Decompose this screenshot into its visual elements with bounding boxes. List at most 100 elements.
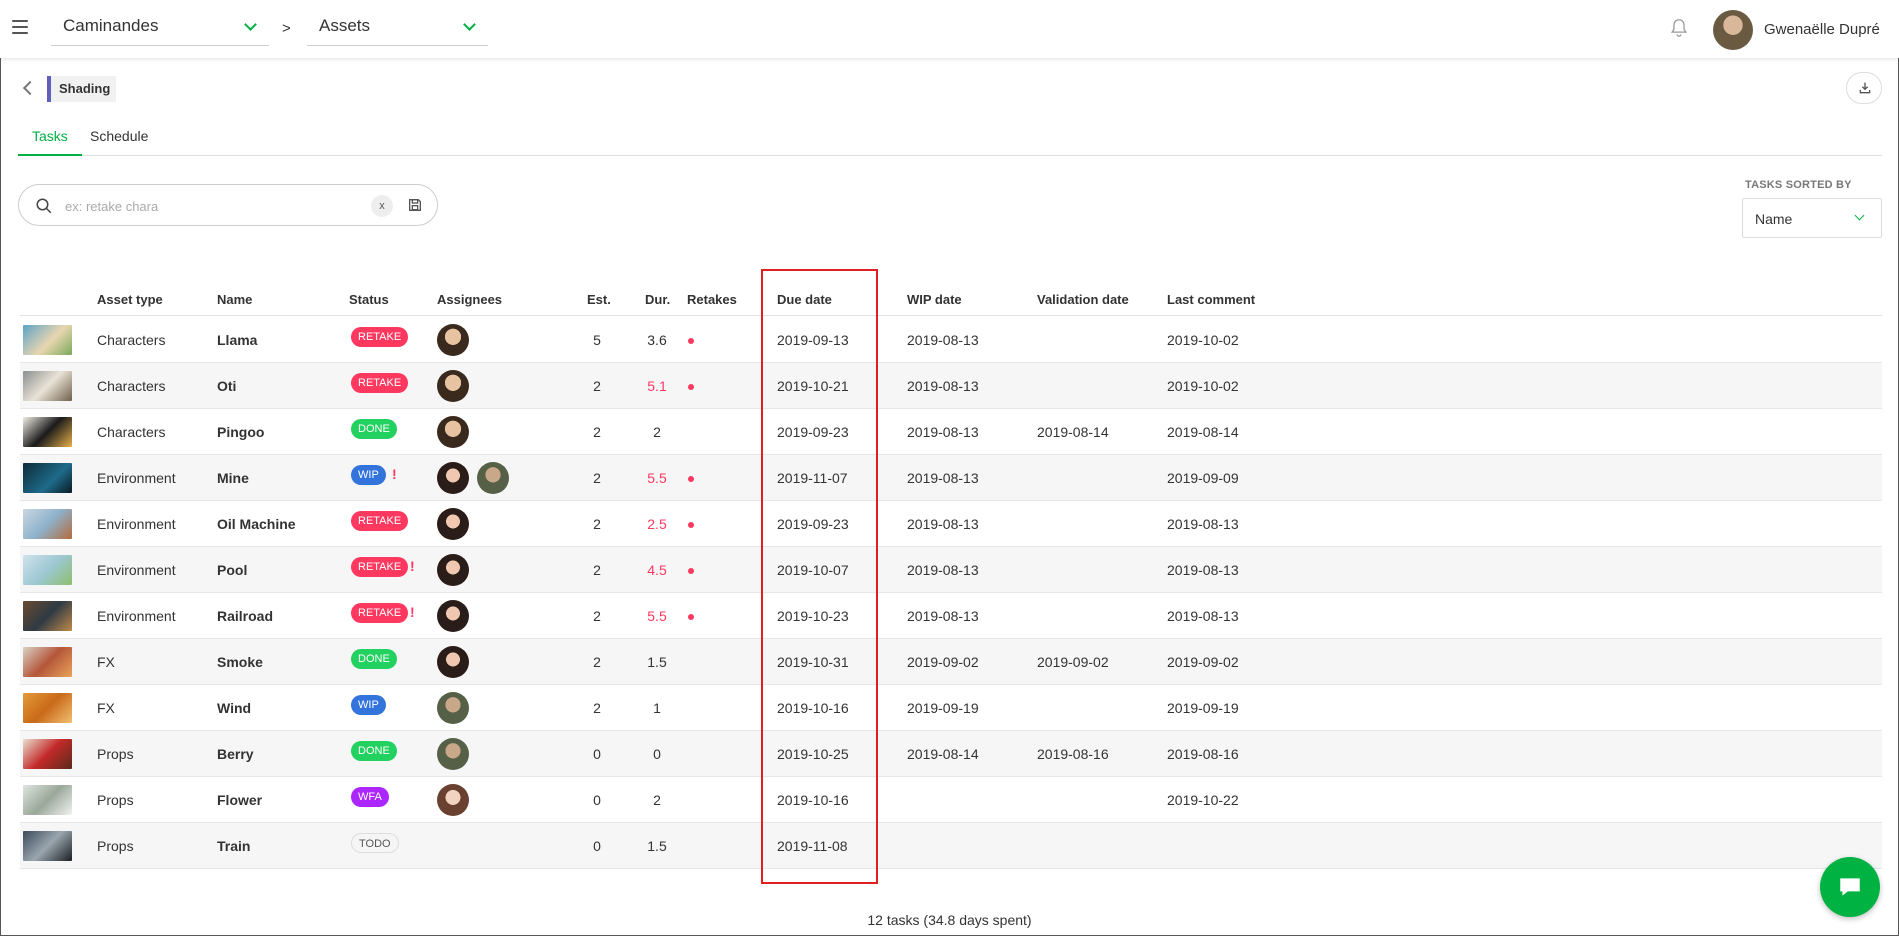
asset-name-link[interactable]: Mine (217, 470, 249, 486)
status-badge[interactable]: RETAKE (351, 603, 409, 623)
save-search-icon[interactable] (407, 197, 423, 213)
asset-name-link[interactable]: Pool (217, 562, 247, 578)
assignee-avatar[interactable] (437, 738, 469, 770)
table-row[interactable]: Environment Railroad RETAKE! 2 5.5 2019-10-23… (20, 593, 1882, 639)
asset-thumbnail[interactable] (23, 601, 72, 631)
assignee-avatar[interactable] (437, 324, 469, 356)
asset-thumbnail[interactable] (23, 555, 72, 585)
asset-type-cell: Environment (97, 516, 176, 532)
asset-thumbnail[interactable] (23, 693, 72, 723)
status-badge[interactable]: RETAKE (351, 373, 409, 393)
notification-bell-icon[interactable] (1668, 16, 1690, 40)
table-row[interactable]: Environment Pool RETAKE! 2 4.5 2019-10-07 2019… (20, 547, 1882, 593)
asset-thumbnail[interactable] (23, 463, 72, 493)
chat-button[interactable] (1820, 857, 1880, 917)
header-asset-type[interactable]: Asset type (97, 292, 163, 307)
table-row[interactable]: Props Flower WFA 0 2 2019-10-16 2019-10-22 (20, 777, 1882, 823)
asset-name-link[interactable]: Oil Machine (217, 516, 296, 532)
header-retakes[interactable]: Retakes (687, 292, 737, 307)
header-assignees[interactable]: Assignees (437, 292, 502, 307)
status-badge[interactable]: DONE (351, 649, 397, 669)
assignee-avatar[interactable] (437, 370, 469, 402)
clear-search-button[interactable]: x (371, 195, 393, 217)
asset-type-cell: Environment (97, 608, 176, 624)
assignee-avatar[interactable] (437, 554, 469, 586)
asset-type-cell: Characters (97, 378, 166, 394)
sort-select[interactable]: Name (1742, 198, 1882, 238)
assignee-avatar[interactable] (437, 416, 469, 448)
asset-name-link[interactable]: Oti (217, 378, 236, 394)
last-comment-cell: 2019-09-02 (1167, 654, 1239, 670)
hamburger-menu-icon[interactable] (12, 20, 28, 34)
asset-name-link[interactable]: Train (217, 838, 250, 854)
estimation-cell: 5 (593, 332, 601, 348)
duration-cell: 1.5 (647, 838, 667, 854)
asset-name-link[interactable]: Smoke (217, 654, 263, 670)
header-wip-date[interactable]: WIP date (907, 292, 962, 307)
asset-thumbnail[interactable] (23, 325, 72, 355)
status-badge[interactable]: RETAKE (351, 327, 409, 347)
header-status[interactable]: Status (349, 292, 389, 307)
asset-thumbnail[interactable] (23, 785, 72, 815)
table-row[interactable]: Environment Oil Machine RETAKE 2 2.5 2019-09-… (20, 501, 1882, 547)
asset-name-link[interactable]: Railroad (217, 608, 273, 624)
status-badge[interactable]: WIP (351, 465, 386, 485)
status-badge[interactable]: WFA (351, 787, 389, 807)
asset-type-cell: Environment (97, 470, 176, 486)
asset-name-link[interactable]: Llama (217, 332, 257, 348)
download-button[interactable] (1846, 72, 1882, 104)
user-name[interactable]: Gwenaëlle Dupré (1764, 21, 1880, 38)
assignee-avatar[interactable] (437, 784, 469, 816)
asset-name-link[interactable]: Pingoo (217, 424, 264, 440)
status-badge[interactable]: DONE (351, 741, 397, 761)
asset-thumbnail[interactable] (23, 371, 72, 401)
table-row[interactable]: FX Wind WIP 2 1 2019-10-16 2019-09-19 2019-09-1… (20, 685, 1882, 731)
table-row[interactable]: Props Train TODO 0 1.5 2019-11-08 (20, 823, 1882, 869)
asset-name-link[interactable]: Flower (217, 792, 262, 808)
header-estimation[interactable]: Est. (587, 292, 611, 307)
user-avatar[interactable] (1713, 10, 1753, 50)
assignee-avatar[interactable] (477, 462, 509, 494)
table-row[interactable]: Characters Pingoo DONE 2 2 2019-09-23 2019-08-… (20, 409, 1882, 455)
status-badge[interactable]: DONE (351, 419, 397, 439)
header-last-comment[interactable]: Last comment (1167, 292, 1255, 307)
wip-date-cell: 2019-08-13 (907, 424, 979, 440)
wip-date-cell: 2019-08-13 (907, 332, 979, 348)
assignee-avatar[interactable] (437, 646, 469, 678)
assignee-avatar[interactable] (437, 692, 469, 724)
search-input[interactable] (65, 195, 365, 217)
last-comment-cell: 2019-08-13 (1167, 562, 1239, 578)
duration-cell: 1 (653, 700, 661, 716)
asset-thumbnail[interactable] (23, 831, 72, 861)
table-row[interactable]: Props Berry DONE 0 0 2019-10-25 2019-08-14 2019… (20, 731, 1882, 777)
section-select[interactable]: Assets (307, 10, 488, 46)
wip-date-cell: 2019-09-02 (907, 654, 979, 670)
header-duration[interactable]: Dur. (645, 292, 670, 307)
table-row[interactable]: FX Smoke DONE 2 1.5 2019-10-31 2019-09-02 2019-… (20, 639, 1882, 685)
table-row[interactable]: Characters Oti RETAKE 2 5.1 2019-10-21 2019-08… (20, 363, 1882, 409)
header-name[interactable]: Name (217, 292, 252, 307)
asset-name-link[interactable]: Berry (217, 746, 254, 762)
asset-thumbnail[interactable] (23, 417, 72, 447)
asset-name-link[interactable]: Wind (217, 700, 251, 716)
header-validation-date[interactable]: Validation date (1037, 292, 1129, 307)
last-comment-cell: 2019-08-13 (1167, 516, 1239, 532)
asset-thumbnail[interactable] (23, 739, 72, 769)
assignee-avatar[interactable] (437, 508, 469, 540)
asset-type-cell: Environment (97, 562, 176, 578)
tab-schedule[interactable]: Schedule (76, 128, 162, 156)
assignee-avatar[interactable] (437, 600, 469, 632)
asset-thumbnail[interactable] (23, 647, 72, 677)
assignee-avatar[interactable] (437, 462, 469, 494)
status-badge[interactable]: TODO (351, 833, 399, 853)
status-badge[interactable]: RETAKE (351, 511, 409, 531)
tab-tasks[interactable]: Tasks (18, 128, 82, 156)
production-select[interactable]: Caminandes (51, 10, 269, 46)
table-row[interactable]: Environment Mine WIP! 2 5.5 2019-11-07 2019-08… (20, 455, 1882, 501)
estimation-cell: 0 (593, 838, 601, 854)
table-row[interactable]: Characters Llama RETAKE 5 3.6 2019-09-13 2019-… (20, 317, 1882, 363)
status-badge[interactable]: WIP (351, 695, 386, 715)
status-badge[interactable]: RETAKE (351, 557, 409, 577)
asset-thumbnail[interactable] (23, 509, 72, 539)
duration-cell: 0 (653, 746, 661, 762)
